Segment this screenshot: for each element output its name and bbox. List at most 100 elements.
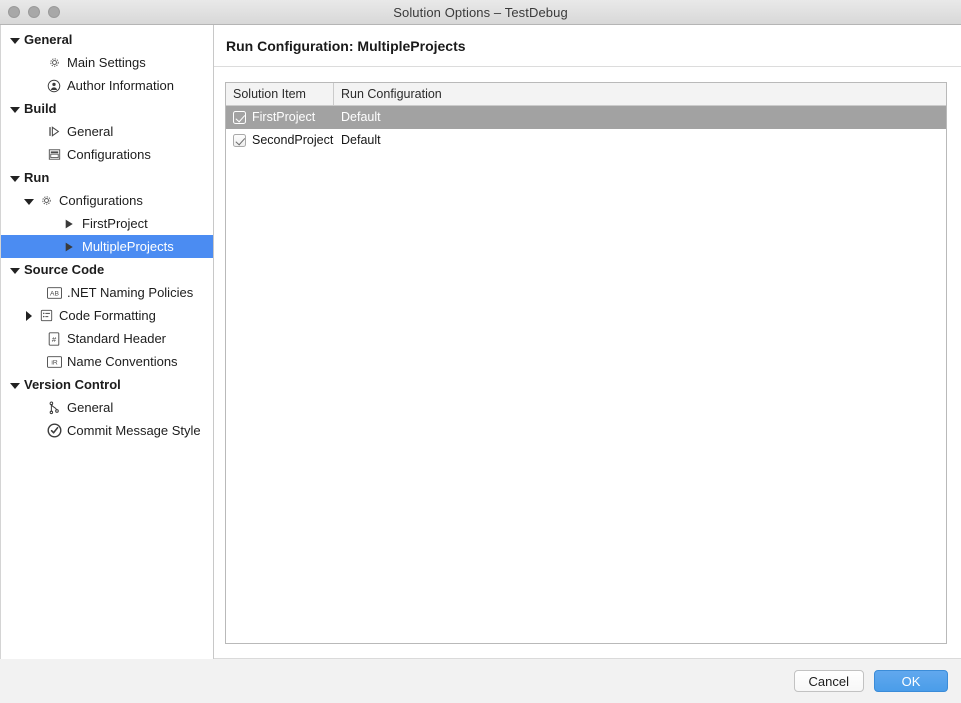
sidebar-item-label: FirstProject — [82, 216, 148, 231]
sidebar-item-version-control[interactable]: Version Control — [1, 373, 213, 396]
sidebar-item-commit-message-style[interactable]: Commit Message Style — [1, 419, 213, 442]
solution-items-table[interactable]: Solution Item Run Configuration FirstProj… — [225, 82, 947, 644]
sidebar-item-build[interactable]: Build — [1, 97, 213, 120]
solution-item-cell: FirstProject — [226, 106, 336, 129]
branch-icon — [46, 400, 62, 416]
sidebar-item-label: General — [24, 32, 73, 47]
chevron-down-icon[interactable] — [9, 34, 21, 46]
sidebar-item-label: Commit Message Style — [67, 423, 201, 438]
list-icon — [38, 308, 54, 324]
sidebar-item-configurations[interactable]: Configurations — [1, 143, 213, 166]
chevron-down-icon[interactable] — [23, 195, 35, 207]
ab-icon: AB — [46, 285, 62, 301]
sidebar-item-multipleprojects[interactable]: MultipleProjects — [1, 235, 213, 258]
sidebar-item-label: Configurations — [59, 193, 143, 208]
sidebar-item-label: Version Control — [24, 377, 121, 392]
solution-item-name: SecondProject — [252, 133, 334, 147]
table-row[interactable]: SecondProject Default — [226, 129, 946, 152]
window-icon — [46, 147, 62, 163]
sidebar-item-label: Build — [24, 101, 57, 116]
window-title: Solution Options – TestDebug — [393, 4, 568, 20]
sidebar-item-source-code[interactable]: Source Code — [1, 258, 213, 281]
sidebar-item-author-information[interactable]: Author Information — [1, 74, 213, 97]
sidebar-item-label: .NET Naming Policies — [67, 285, 194, 300]
content-header: Run Configuration: MultipleProjects — [214, 25, 961, 67]
zoom-button[interactable] — [48, 6, 60, 18]
build-icon — [46, 124, 62, 140]
sidebar-item-general[interactable]: General — [1, 120, 213, 143]
chevron-down-icon[interactable] — [9, 264, 21, 276]
play-icon — [61, 239, 77, 255]
chevron-right-icon[interactable] — [23, 310, 35, 322]
row-checkbox[interactable] — [233, 134, 246, 147]
hash-doc-icon: # — [46, 331, 62, 347]
sidebar-item-general[interactable]: General — [1, 396, 213, 419]
solution-item-cell: SecondProject — [226, 129, 336, 152]
sidebar-item-label: Run — [24, 170, 50, 185]
column-header-run-configuration[interactable]: Run Configuration — [334, 83, 946, 105]
column-header-solution-item[interactable]: Solution Item — [226, 83, 334, 105]
sidebar-item-code-formatting[interactable]: Code Formatting — [1, 304, 213, 327]
page-title: Run Configuration: MultipleProjects — [226, 37, 466, 54]
table-body[interactable]: FirstProject Default SecondProject Default — [226, 106, 946, 643]
chevron-down-icon[interactable] — [9, 103, 21, 115]
sidebar-item-label: Author Information — [67, 78, 174, 93]
check-circle-icon — [46, 423, 62, 439]
sidebar-item-label: Standard Header — [67, 331, 167, 346]
sidebar-item-label: MultipleProjects — [82, 239, 174, 254]
play-icon — [61, 216, 77, 232]
close-button[interactable] — [8, 6, 20, 18]
sidebar-item-standard-header[interactable]: # Standard Header — [1, 327, 213, 350]
dialog-footer: Cancel OK — [0, 658, 961, 703]
svg-text:#: # — [52, 334, 57, 343]
minimize-button[interactable] — [28, 6, 40, 18]
svg-text:iR: iR — [51, 359, 57, 366]
ok-button[interactable]: OK — [874, 670, 948, 692]
sidebar-item-configurations[interactable]: Configurations — [1, 189, 213, 212]
content-pane: Run Configuration: MultipleProjects Solu… — [214, 25, 961, 659]
sidebar-item-label: General — [67, 124, 114, 139]
sidebar-item-label: Name Conventions — [67, 354, 178, 369]
run-configuration-cell[interactable]: Default — [336, 129, 946, 152]
sidebar-item-general[interactable]: General — [1, 28, 213, 51]
chevron-down-icon[interactable] — [9, 379, 21, 391]
solution-item-name: FirstProject — [252, 110, 316, 124]
gear-icon — [38, 193, 54, 209]
sidebar-item-name-conventions[interactable]: iR Name Conventions — [1, 350, 213, 373]
table-header-row: Solution Item Run Configuration — [226, 83, 946, 106]
sidebar-item-label: General — [67, 400, 114, 415]
sidebar-item-label: Code Formatting — [59, 308, 156, 323]
settings-tree-sidebar[interactable]: General Main Settings Author Information Bu… — [0, 25, 214, 659]
ir-icon: iR — [46, 354, 62, 370]
sidebar-item-label: Source Code — [24, 262, 105, 277]
row-checkbox[interactable] — [233, 111, 246, 124]
sidebar-item-label: Configurations — [67, 147, 151, 162]
solution-options-window: Solution Options – TestDebug General Main… — [0, 0, 961, 703]
chevron-down-icon[interactable] — [9, 172, 21, 184]
gear-icon — [46, 55, 62, 71]
title-bar: Solution Options – TestDebug — [0, 0, 961, 25]
content-area: Solution Item Run Configuration FirstProj… — [214, 67, 961, 658]
dialog-body: General Main Settings Author Information Bu… — [0, 25, 961, 659]
sidebar-item-net-naming-policies[interactable]: AB .NET Naming Policies — [1, 281, 213, 304]
cancel-button[interactable]: Cancel — [793, 670, 864, 692]
table-row[interactable]: FirstProject Default — [226, 106, 946, 129]
svg-text:AB: AB — [50, 290, 59, 297]
traffic-lights — [8, 0, 60, 24]
run-configuration-cell[interactable]: Default — [336, 106, 946, 129]
sidebar-item-main-settings[interactable]: Main Settings — [1, 51, 213, 74]
sidebar-item-firstproject[interactable]: FirstProject — [1, 212, 213, 235]
person-icon — [46, 78, 62, 94]
sidebar-item-run[interactable]: Run — [1, 166, 213, 189]
